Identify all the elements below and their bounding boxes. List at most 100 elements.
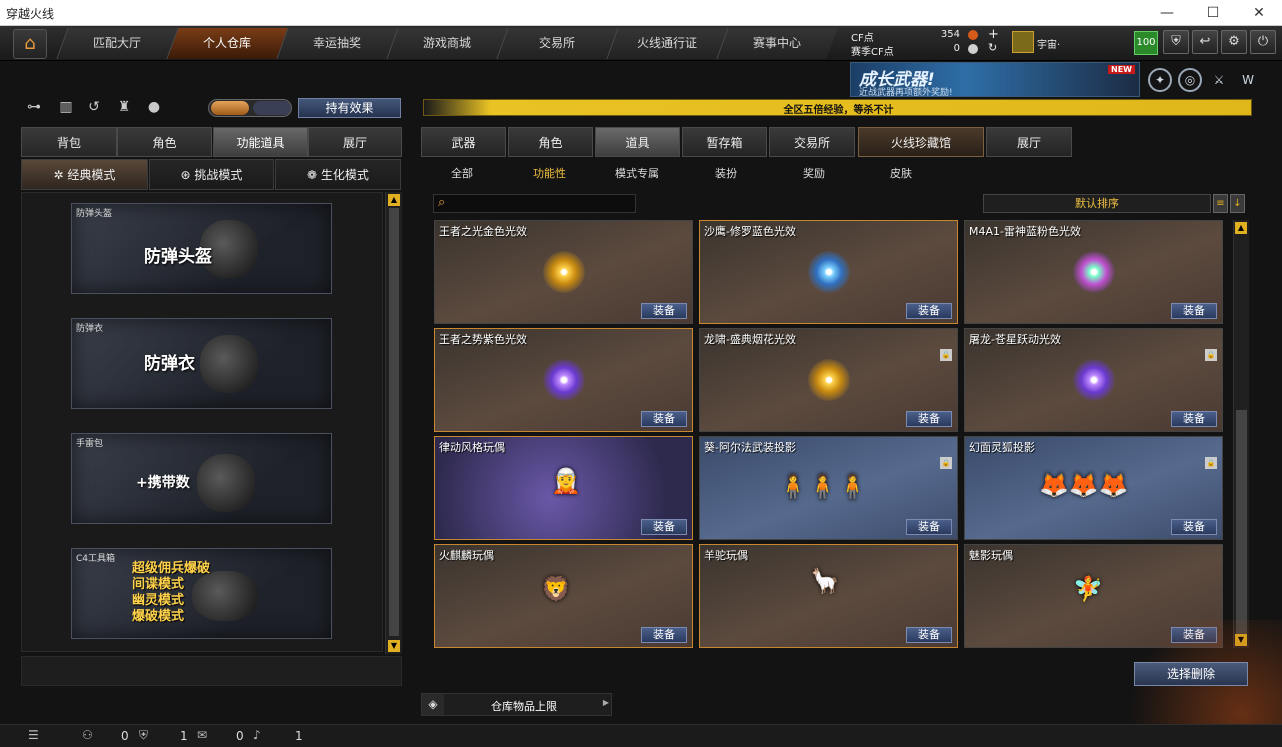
capacity-bar[interactable]: ◈ 仓库物品上限 ▶ xyxy=(421,693,612,716)
held-effect-button[interactable]: 持有效果 xyxy=(298,98,401,118)
nav-tab-6[interactable]: 赛事中心 xyxy=(716,28,838,59)
friends-icon[interactable]: ⚇ xyxy=(82,728,93,742)
left-scrollbar[interactable]: ▲ ▼ xyxy=(385,192,402,654)
globe-icon[interactable]: ◎ xyxy=(1178,68,1202,92)
menu-icon[interactable]: ☰ xyxy=(28,728,39,742)
status-chat-count: 0 xyxy=(236,729,244,743)
right-tab-1[interactable]: 角色 xyxy=(508,127,593,157)
view-toggle[interactable] xyxy=(208,99,292,117)
subtab-1[interactable]: 功能性 xyxy=(533,165,566,181)
right-tab-5[interactable]: 火线珍藏馆 xyxy=(858,127,984,157)
item-name: 葵-阿尔法武装投影 xyxy=(704,441,796,454)
nav-tab-2[interactable]: 幸运抽奖 xyxy=(276,28,398,59)
sword-icon[interactable]: ⚔ xyxy=(1207,68,1231,92)
equip-button[interactable]: 装备 xyxy=(641,303,687,319)
wing-icon[interactable]: W xyxy=(1236,68,1260,92)
nav-tab-1[interactable]: 个人仓库 xyxy=(166,28,288,59)
search-input[interactable]: ⌕ xyxy=(433,194,636,213)
grid-scroll-up-icon[interactable]: ▲ xyxy=(1235,222,1247,234)
item-card[interactable]: 羊驼玩偶 🦙 装备 xyxy=(699,544,958,648)
subtab-5[interactable]: 皮肤 xyxy=(890,165,912,181)
promo-banner[interactable]: 成长武器! 近战武器再项额外奖励! NEW xyxy=(850,62,1140,98)
nav-tab-0[interactable]: 匹配大厅 xyxy=(56,28,178,59)
left-card-0[interactable]: 防弹头盔 防弹头盔 xyxy=(71,203,332,294)
power-icon[interactable]: ⏻ xyxy=(1250,30,1276,54)
item-card[interactable]: 葵-阿尔法武装投影 🧍🧍🧍 🔒 装备 xyxy=(699,436,958,540)
equip-button[interactable]: 装备 xyxy=(906,519,952,535)
dress-icon[interactable]: ♜ xyxy=(114,99,134,117)
logout-icon[interactable]: ↩ xyxy=(1192,30,1218,54)
equip-button[interactable]: 装备 xyxy=(906,411,952,427)
bag-icon[interactable]: ● xyxy=(144,99,164,117)
speaker-icon[interactable]: ♪ xyxy=(253,728,261,742)
equip-button[interactable]: 装备 xyxy=(641,627,687,643)
select-delete-button[interactable]: 选择删除 xyxy=(1134,662,1248,686)
right-tab-4[interactable]: 交易所 xyxy=(769,127,855,157)
clan-icon[interactable]: ⛨ xyxy=(139,728,148,743)
mode-tab-0[interactable]: ✲ 经典模式 xyxy=(21,159,148,190)
refresh-icon[interactable]: ↻ xyxy=(988,41,997,54)
stats-icon[interactable]: ▥ xyxy=(56,99,76,117)
capacity-label: 仓库物品上限 xyxy=(491,700,557,713)
right-tab-3[interactable]: 暂存箱 xyxy=(682,127,767,157)
off-toggle-icon[interactable]: ⊶ xyxy=(24,99,44,117)
gear-icon[interactable]: ⚙ xyxy=(1221,30,1247,54)
right-tab-2[interactable]: 道具 xyxy=(595,127,680,157)
level-badge: 100 xyxy=(1134,31,1158,55)
item-card[interactable]: 律动风格玩偶 🧝 装备 xyxy=(434,436,693,540)
scroll-down-icon[interactable]: ▼ xyxy=(388,640,400,652)
left-tab-1[interactable]: 角色 xyxy=(117,127,212,157)
left-tab-2[interactable]: 功能道具 xyxy=(213,127,308,157)
item-card[interactable]: 王者之势紫色光效 装备 xyxy=(434,328,693,432)
nav-tab-3[interactable]: 游戏商城 xyxy=(386,28,508,59)
mode-tab-2[interactable]: ❁ 生化模式 xyxy=(275,159,401,190)
home-icon[interactable]: ⌂ xyxy=(13,29,47,59)
item-card[interactable]: 沙鹰-修罗蓝色光效 装备 xyxy=(699,220,958,324)
nav-tab-5[interactable]: 火线通行证 xyxy=(606,28,728,59)
item-card[interactable]: 火麒麟玩偶 🦁 装备 xyxy=(434,544,693,648)
right-tab-0[interactable]: 武器 xyxy=(421,127,506,157)
equip-button[interactable]: 装备 xyxy=(641,519,687,535)
history-icon[interactable]: ↺ xyxy=(84,99,104,117)
mode-tab-1[interactable]: ⊛ 挑战模式 xyxy=(149,159,274,190)
left-tab-0[interactable]: 背包 xyxy=(21,127,117,157)
maximize-button[interactable]: ☐ xyxy=(1190,0,1236,26)
scroll-up-icon[interactable]: ▲ xyxy=(388,194,400,206)
close-button[interactable]: ✕ xyxy=(1236,0,1282,26)
subtab-3[interactable]: 装扮 xyxy=(715,165,737,181)
medal-icon[interactable]: ✦ xyxy=(1148,68,1172,92)
subtab-4[interactable]: 奖励 xyxy=(803,165,825,181)
item-card[interactable]: 屠龙-苍星跃动光效 🔒 装备 xyxy=(964,328,1223,432)
equip-button[interactable]: 装备 xyxy=(906,303,952,319)
left-card-2[interactable]: 手雷包 +携带数 xyxy=(71,433,332,524)
avatar[interactable] xyxy=(1012,31,1034,53)
minimize-button[interactable]: — xyxy=(1144,0,1190,26)
item-name: M4A1-雷神蓝粉色光效 xyxy=(969,225,1081,238)
sort-direction-icon[interactable]: ↓ xyxy=(1230,194,1245,213)
mode-line: 间谍模式 xyxy=(132,577,185,592)
equip-button[interactable]: 装备 xyxy=(1171,303,1217,319)
item-card[interactable]: 幻面灵狐投影 🦊🦊🦊 🔒 装备 xyxy=(964,436,1223,540)
item-name: 火麒麟玩偶 xyxy=(439,549,494,562)
add-icon[interactable]: + xyxy=(988,27,999,42)
nav-tab-4[interactable]: 交易所 xyxy=(496,28,618,59)
subtab-2[interactable]: 模式专属 xyxy=(615,165,659,181)
left-card-3[interactable]: C4工具箱 超级佣兵爆破 间谍模式 幽灵模式 爆破模式 xyxy=(71,548,332,639)
grid-scrollbar[interactable]: ▲ ▼ xyxy=(1233,220,1249,648)
item-card[interactable]: M4A1-雷神蓝粉色光效装备 xyxy=(964,220,1223,324)
item-name: 律动风格玩偶 xyxy=(439,441,505,454)
equip-button[interactable]: 装备 xyxy=(641,411,687,427)
item-card[interactable]: 王者之光金色光效 装备 xyxy=(434,220,693,324)
left-card-1[interactable]: 防弹衣 防弹衣 xyxy=(71,318,332,409)
equip-button[interactable]: 装备 xyxy=(1171,411,1217,427)
equip-button[interactable]: 装备 xyxy=(1171,519,1217,535)
subtab-0[interactable]: 全部 xyxy=(451,165,473,181)
equip-button[interactable]: 装备 xyxy=(906,627,952,643)
sort-select[interactable]: 默认排序 xyxy=(983,194,1211,213)
list-view-icon[interactable]: ≡ xyxy=(1213,194,1228,213)
item-card[interactable]: 龙啸-盛典烟花光效 🔒 装备 xyxy=(699,328,958,432)
shield-icon[interactable]: ⛨ xyxy=(1163,30,1189,54)
chat-icon[interactable]: ✉ xyxy=(197,728,207,742)
right-tab-6[interactable]: 展厅 xyxy=(986,127,1072,157)
left-tab-3[interactable]: 展厅 xyxy=(308,127,402,157)
